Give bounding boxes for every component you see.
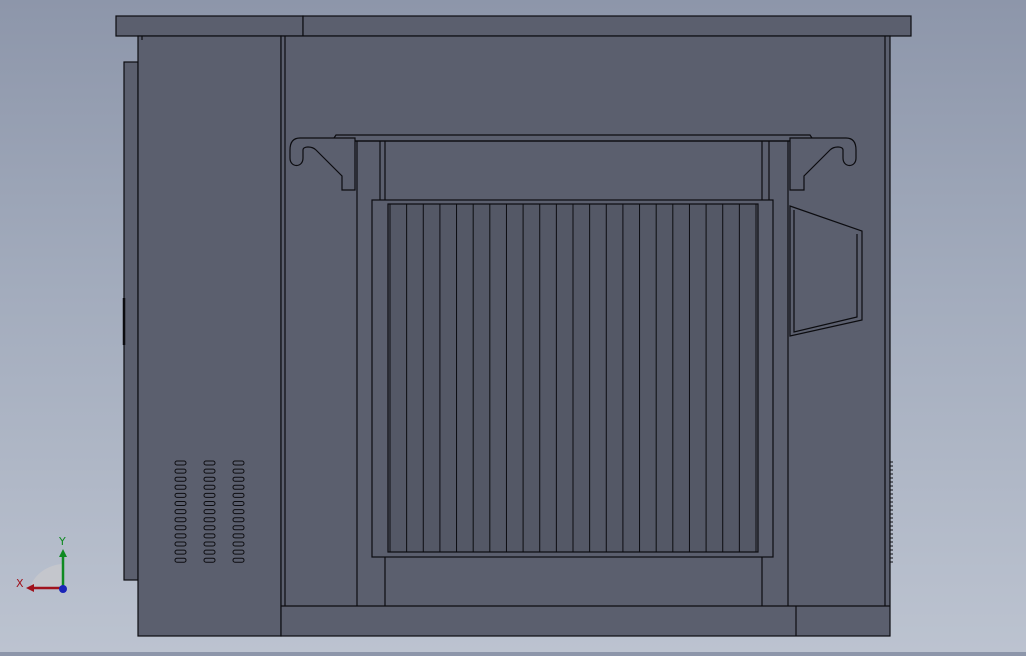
orientation-triad: X Y — [16, 535, 67, 593]
roof-slab-right — [302, 15, 912, 37]
x-arrowhead-icon — [26, 584, 34, 592]
x-axis-label: X — [16, 577, 24, 590]
roof-slab-left — [115, 15, 304, 37]
graphics-viewport[interactable]: X Y — [0, 0, 1026, 652]
top-rail — [330, 134, 816, 142]
triad-plane-icon — [30, 564, 62, 588]
side-door-panel — [123, 61, 139, 581]
y-axis-label: Y — [58, 535, 66, 548]
model-view[interactable]: X Y — [0, 0, 1026, 652]
z-axis-dot-icon — [59, 585, 67, 593]
y-arrowhead-icon — [59, 549, 67, 557]
